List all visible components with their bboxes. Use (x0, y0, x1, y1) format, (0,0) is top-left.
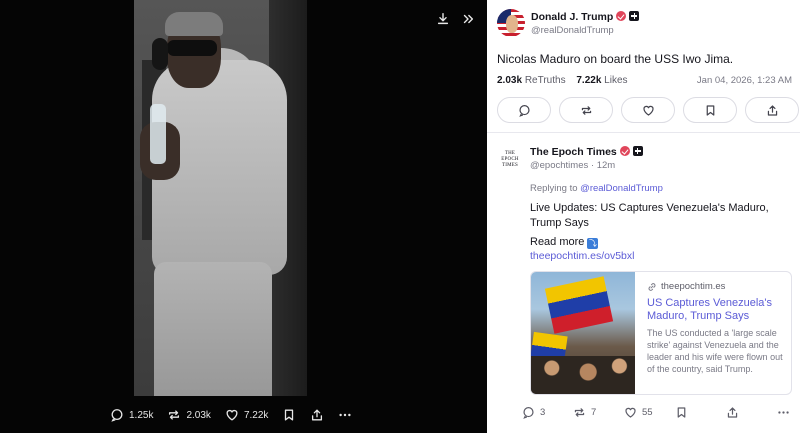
follow-plus-icon[interactable] (632, 146, 643, 156)
replying-to-mention[interactable]: @realDonaldTrump (580, 183, 663, 194)
share-icon (767, 104, 777, 116)
share-icon (312, 409, 323, 421)
bookmark-button[interactable] (683, 97, 737, 123)
link-icon (648, 282, 656, 291)
reply-count: 1.25k (129, 409, 154, 421)
bookmark-button[interactable] (282, 408, 296, 422)
double-chevron-right-icon[interactable] (457, 8, 479, 30)
reply-button[interactable]: 3 (522, 406, 573, 419)
download-icon[interactable] (432, 8, 454, 30)
divider (487, 132, 800, 133)
link-preview-body: theepochtim.es US Captures Venezuela's M… (647, 281, 789, 375)
photo-water-bottle (150, 104, 166, 164)
avatar[interactable]: THE EPOCH TIMES (499, 147, 521, 173)
venezuela-flag-image (544, 276, 614, 334)
heart-icon (642, 105, 654, 116)
photo-pants (154, 262, 272, 396)
comment-icon (523, 407, 534, 419)
link-preview-description: The US conducted a 'large scale strike' … (647, 328, 783, 374)
retruth-icon (169, 410, 180, 420)
link-preview-image[interactable] (531, 272, 635, 394)
epoch-times-logo: THE EPOCH TIMES (501, 151, 519, 168)
photo-goggles (167, 40, 217, 56)
verified-badge-icon (616, 11, 627, 21)
follow-plus-icon[interactable] (629, 11, 640, 21)
like-count: 7.22k (243, 409, 269, 421)
share-icon (727, 407, 738, 418)
retruth-button[interactable] (559, 97, 613, 123)
share-button[interactable] (745, 97, 799, 123)
comment-icon (111, 409, 123, 422)
reply-author-name-row[interactable]: The Epoch Times (530, 146, 643, 158)
link-preview-card[interactable]: theepochtim.es US Captures Venezuela's M… (530, 271, 792, 395)
media-viewer: 1.25k 2.03k 7.22k (0, 0, 487, 433)
author-name-row[interactable]: Donald J. Trump (531, 11, 640, 23)
share-button[interactable] (310, 408, 324, 422)
retruth-button[interactable]: 7 (573, 406, 624, 419)
read-more: Read more ⤵ (530, 236, 599, 249)
more-dots-icon (778, 411, 789, 414)
reply-count: 3 (540, 407, 546, 418)
photo-hat (165, 12, 223, 36)
arrow-down-emoji-icon: ⤵ (587, 238, 599, 249)
link-preview-title[interactable]: US Captures Venezuela's Maduro, Trump Sa… (647, 297, 789, 323)
retruth-icon (574, 408, 585, 417)
media-action-bar: 1.25k 2.03k 7.22k (110, 404, 366, 426)
share-button[interactable] (726, 406, 777, 419)
comment-icon (518, 104, 530, 117)
link-preview-domain-row: theepochtim.es (647, 281, 789, 292)
retruth-icon (581, 105, 591, 115)
reply-handle-row: @epochtimes · 12m (530, 160, 616, 171)
post-photo[interactable] (134, 0, 307, 396)
bookmark-icon (285, 409, 294, 421)
bookmark-button[interactable] (675, 406, 726, 419)
like-button[interactable] (621, 97, 675, 123)
post-panel: Donald J. Trump @realDonaldTrump Nicolas… (487, 0, 800, 433)
replying-to-label: Replying to (530, 183, 578, 194)
reply-time: 12m (596, 160, 616, 171)
retruth-count: 7 (591, 407, 597, 418)
avatar[interactable] (497, 9, 525, 37)
like-count: 55 (642, 407, 653, 418)
more-button[interactable] (777, 406, 800, 419)
post-text: Nicolas Maduro on board the USS Iwo Jima… (497, 52, 734, 66)
more-button[interactable] (338, 408, 352, 422)
post-action-bar (497, 97, 799, 123)
crowd-image (531, 356, 635, 394)
post-timestamp: Jan 04, 2026, 1:23 AM (696, 75, 792, 86)
read-more-label: Read more (530, 236, 585, 248)
likes-label[interactable]: Likes (604, 75, 627, 86)
link-preview-domain: theepochtim.es (661, 281, 726, 292)
more-dots-icon (339, 413, 352, 417)
retruths-count[interactable]: 2.03k (497, 75, 522, 86)
heart-icon (226, 409, 238, 421)
replying-to: Replying to @realDonaldTrump (530, 183, 663, 194)
verified-badge-icon (619, 146, 630, 156)
retruth-count: 2.03k (186, 409, 211, 421)
likes-count[interactable]: 7.22k (576, 75, 601, 86)
heart-icon (625, 407, 636, 418)
bookmark-icon (706, 104, 714, 116)
reply-author-name[interactable]: The Epoch Times (530, 146, 617, 158)
reply-action-bar: 3 7 55 (522, 406, 800, 419)
reply-button[interactable]: 1.25k (110, 408, 153, 422)
author-name[interactable]: Donald J. Trump (531, 11, 613, 23)
post-stats: 2.03k ReTruths 7.22k Likes (497, 75, 636, 86)
bookmark-icon (677, 407, 686, 418)
like-button[interactable]: 7.22k (225, 408, 268, 422)
reply-author-handle[interactable]: @epochtimes (530, 160, 588, 171)
reply-text: Live Updates: US Captures Venezuela's Ma… (530, 202, 769, 229)
retruths-label[interactable]: ReTruths (525, 75, 566, 86)
reply-button[interactable] (497, 97, 551, 123)
like-button[interactable]: 55 (624, 406, 675, 419)
retruth-button[interactable]: 2.03k (167, 408, 211, 422)
photo-ear-protection (152, 38, 168, 70)
reply-link[interactable]: theepochtim.es/ov5bxl (530, 250, 634, 262)
author-handle[interactable]: @realDonaldTrump (531, 25, 614, 36)
